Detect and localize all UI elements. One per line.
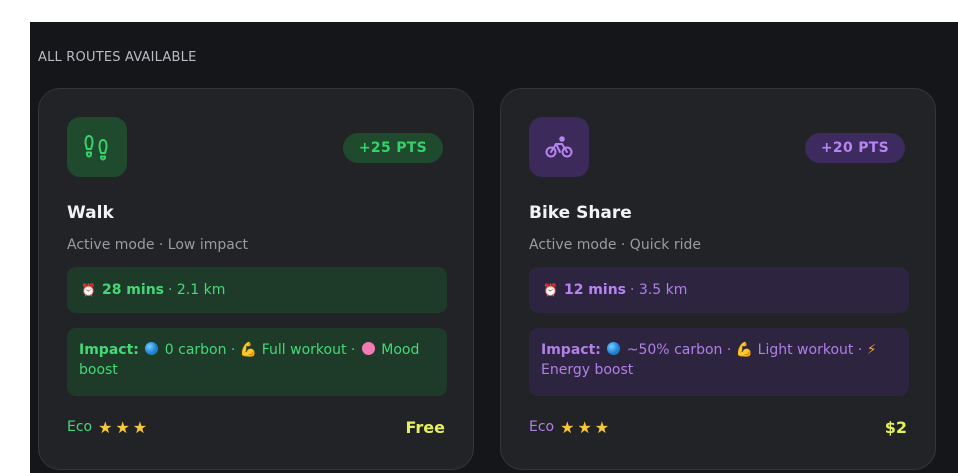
impact-box: Impact: ~50% carbon · 💪 Light workout · …	[529, 328, 909, 396]
route-card-walk[interactable]: +25 PTS Walk Active mode · Low impact ⏰ …	[38, 88, 474, 470]
eco-label: Eco	[529, 419, 555, 435]
eco-label: Eco	[67, 419, 93, 435]
eco-rating: Eco ★★★	[67, 418, 150, 437]
section-label: ALL ROUTES AVAILABLE	[38, 50, 197, 65]
star-rating: ★★★	[98, 417, 151, 437]
globe-icon	[607, 342, 621, 355]
route-title: Walk	[67, 203, 114, 223]
eco-rating: Eco ★★★	[529, 418, 612, 437]
route-title: Bike Share	[529, 203, 632, 223]
alarm-clock-icon: ⏰	[81, 283, 96, 297]
card-footer: Eco ★★★ Free	[67, 415, 445, 439]
route-card-bike-share[interactable]: +20 PTS Bike Share Active mode · Quick r…	[500, 88, 936, 470]
star-rating: ★★★	[560, 417, 613, 437]
points-badge: +20 PTS	[804, 133, 905, 163]
time-distance-box: ⏰ 12 mins · 3.5 km	[529, 267, 909, 313]
lightning-bolt-icon: ⚡	[866, 342, 877, 358]
flexed-biceps-icon: 💪	[735, 342, 754, 358]
impact-label: Impact:	[79, 342, 139, 358]
impact-carbon: ~50% carbon ·	[626, 342, 732, 358]
impact-bonus: Energy boost	[541, 362, 634, 378]
impact-box: Impact: 0 carbon · 💪 Full workout · Mood…	[67, 328, 447, 396]
travel-distance: · 3.5 km	[630, 282, 688, 298]
impact-label: Impact:	[541, 342, 601, 358]
brain-icon	[361, 342, 375, 355]
travel-time: 28 mins	[101, 282, 164, 298]
travel-distance: · 2.1 km	[168, 282, 226, 298]
travel-time: 12 mins	[563, 282, 626, 298]
globe-icon	[145, 342, 159, 355]
card-footer: Eco ★★★ $2	[529, 415, 907, 439]
route-price: $2	[884, 417, 907, 437]
time-distance-box: ⏰ 28 mins · 2.1 km	[67, 267, 447, 313]
points-badge: +25 PTS	[342, 133, 443, 163]
impact-workout: Full workout ·	[261, 342, 356, 358]
route-subtitle: Active mode · Low impact	[67, 237, 249, 253]
flexed-biceps-icon: 💪	[239, 342, 258, 358]
footprints-icon	[67, 117, 127, 177]
route-price: Free	[405, 417, 446, 437]
impact-workout: Light workout ·	[757, 342, 863, 358]
routes-panel: ALL ROUTES AVAILABLE +25 PTS Walk Active…	[30, 22, 958, 473]
alarm-clock-icon: ⏰	[543, 283, 558, 297]
bicycle-icon	[529, 117, 589, 177]
route-subtitle: Active mode · Quick ride	[529, 237, 701, 253]
impact-carbon: 0 carbon ·	[164, 342, 236, 358]
